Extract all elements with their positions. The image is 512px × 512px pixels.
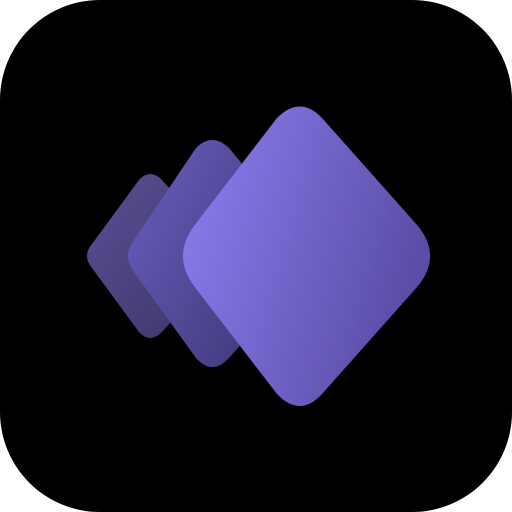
app-icon bbox=[0, 0, 512, 512]
stacked-diamonds-icon bbox=[0, 0, 512, 512]
